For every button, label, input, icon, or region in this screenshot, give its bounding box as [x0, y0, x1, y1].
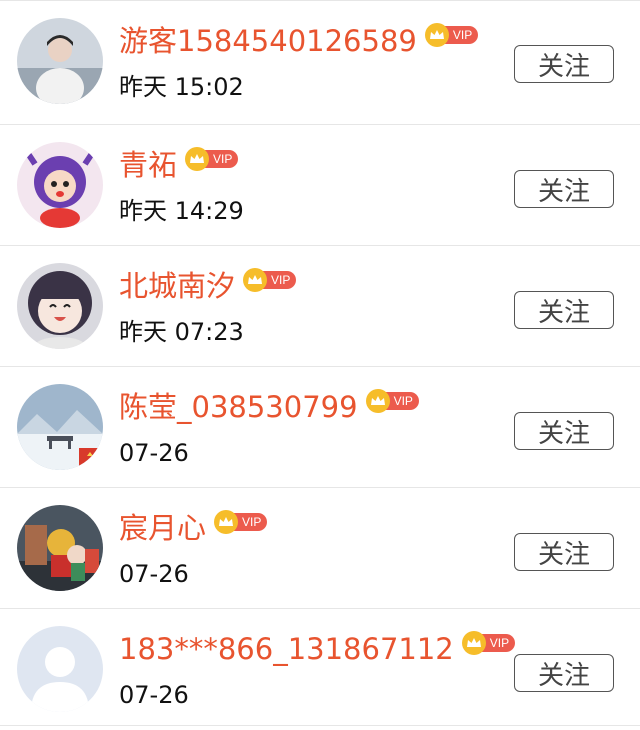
- vip-badge: VIP: [424, 23, 479, 47]
- time-label: 07-26: [119, 681, 189, 709]
- crown-icon: [243, 268, 268, 292]
- vip-badge: VIP: [185, 147, 239, 171]
- avatar-default-icon[interactable]: [17, 626, 103, 712]
- time-label: 07-26: [119, 439, 189, 467]
- name-line: 游客1584540126589 VIP: [119, 21, 479, 61]
- crown-icon: [185, 147, 210, 171]
- avatar-cartoon-girl-icon[interactable]: [17, 142, 103, 228]
- list-item[interactable]: 宸月心 VIP 07-26 关注: [0, 487, 640, 608]
- time-label: 07-26: [119, 560, 189, 588]
- user-name[interactable]: 青祏: [119, 145, 177, 185]
- name-line: 北城南汐 VIP: [119, 266, 297, 306]
- list-item[interactable]: 青祏 VIP 昨天 14:29 关注: [0, 124, 640, 245]
- name-line: 陈莹_038530799 VIP: [119, 387, 419, 427]
- list-item[interactable]: 183***866_131867112 VIP 07-26 关注: [0, 608, 640, 726]
- vip-badge: VIP: [214, 510, 268, 534]
- follow-button[interactable]: 关注: [514, 533, 614, 571]
- list-item[interactable]: 北城南汐 VIP 昨天 07:23 关注: [0, 245, 640, 366]
- time-label: 昨天 14:29: [119, 197, 244, 225]
- name-line: 183***866_131867112 VIP: [119, 629, 516, 669]
- user-name[interactable]: 183***866_131867112: [119, 629, 454, 669]
- crown-icon: [424, 23, 449, 47]
- user-name[interactable]: 游客1584540126589: [119, 21, 417, 61]
- vip-badge: VIP: [365, 389, 419, 413]
- user-name[interactable]: 陈莹_038530799: [119, 387, 358, 427]
- crown-icon: [461, 631, 486, 655]
- user-name[interactable]: 宸月心: [119, 508, 206, 548]
- avatar-snow-scene-icon[interactable]: [17, 384, 103, 470]
- time-label: 昨天 07:23: [119, 318, 244, 346]
- follow-button[interactable]: 关注: [514, 654, 614, 692]
- list-item[interactable]: 陈莹_038530799 VIP 07-26 关注: [0, 366, 640, 487]
- user-name[interactable]: 北城南汐: [119, 266, 235, 306]
- follower-list: 游客1584540126589 VIP 昨天 15:02 关注 青祏 VIP 昨…: [0, 0, 640, 726]
- name-line: 青祏 VIP: [119, 145, 239, 185]
- name-line: 宸月心 VIP: [119, 508, 268, 548]
- avatar-anime-girl-icon[interactable]: [17, 263, 103, 349]
- crown-icon: [365, 389, 390, 413]
- list-item[interactable]: 游客1584540126589 VIP 昨天 15:02 关注: [0, 0, 640, 124]
- crown-icon: [214, 510, 239, 534]
- follow-button[interactable]: 关注: [514, 412, 614, 450]
- follow-button[interactable]: 关注: [514, 170, 614, 208]
- time-label: 昨天 15:02: [119, 73, 244, 101]
- vip-badge: VIP: [243, 268, 297, 292]
- avatar-person-white-icon[interactable]: [17, 18, 103, 104]
- follow-button[interactable]: 关注: [514, 45, 614, 83]
- vip-badge: VIP: [461, 631, 516, 655]
- avatar-photo-toy-icon[interactable]: [17, 505, 103, 591]
- follow-button[interactable]: 关注: [514, 291, 614, 329]
